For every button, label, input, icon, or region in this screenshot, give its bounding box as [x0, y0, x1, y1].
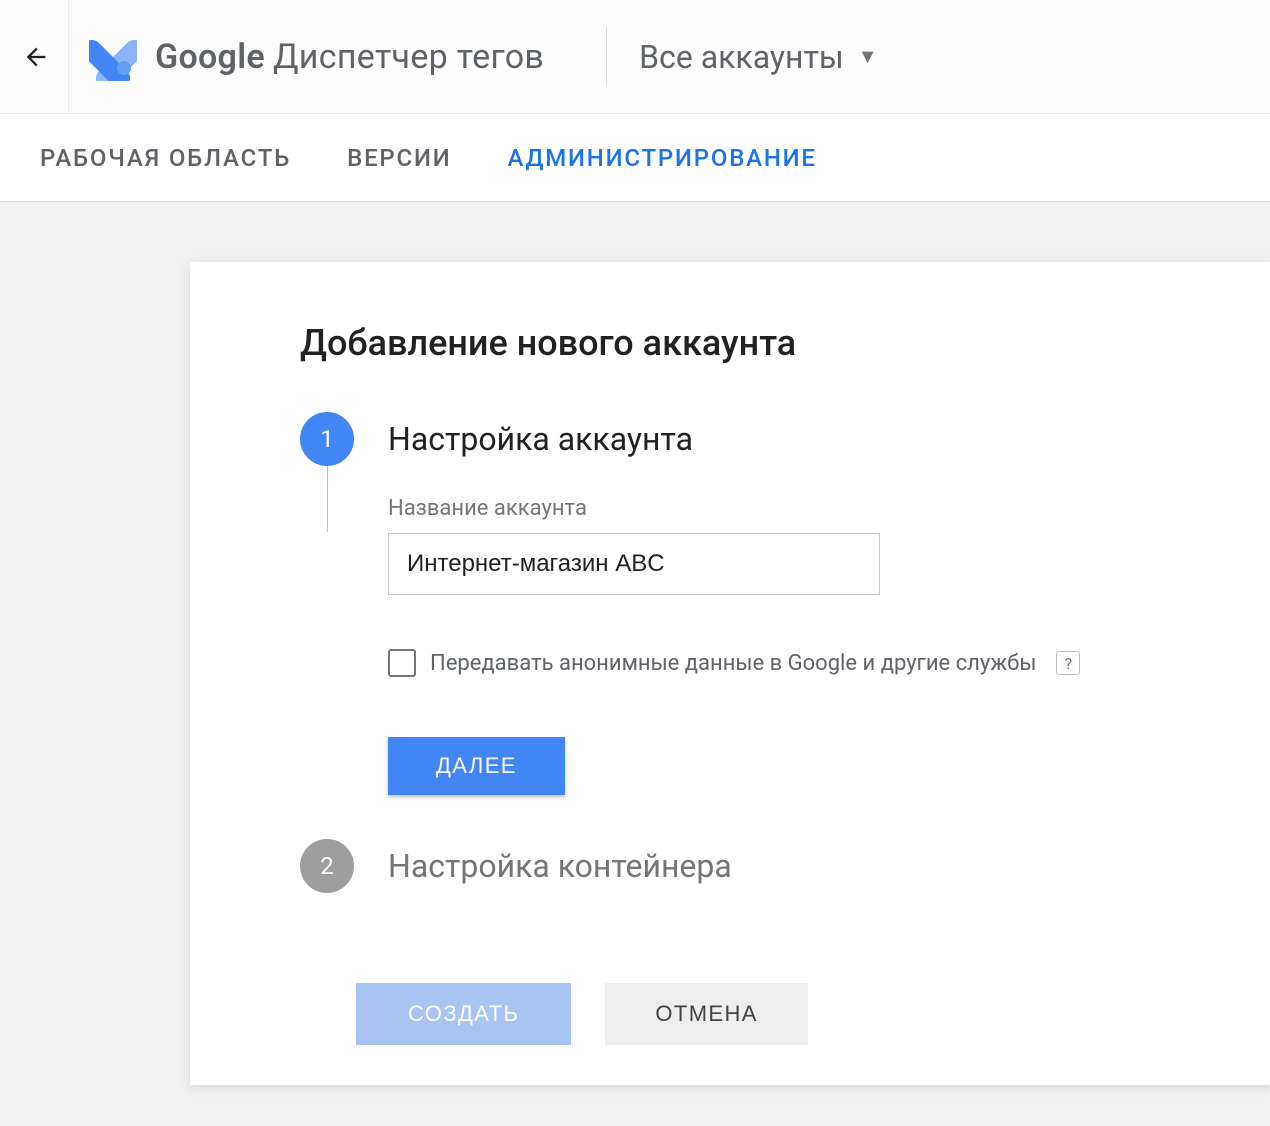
step-2-badge: 2 [300, 839, 354, 893]
tab-workspace[interactable]: РАБОЧАЯ ОБЛАСТЬ [40, 144, 291, 172]
anon-data-checkbox[interactable] [388, 649, 416, 677]
account-name-input[interactable] [388, 533, 880, 595]
tag-manager-icon [89, 33, 137, 81]
step-connector [327, 466, 328, 532]
back-button[interactable] [12, 33, 60, 81]
step-1-body: Название аккаунта Передавать анонимные д… [300, 496, 1160, 795]
step-1-title: Настройка аккаунта [388, 412, 693, 466]
card-title: Добавление нового аккаунта [300, 322, 1160, 364]
product-word: Диспетчер тегов [273, 37, 544, 77]
product-logo-block: Google Диспетчер тегов [89, 33, 574, 81]
anon-data-row: Передавать анонимные данные в Google и д… [388, 649, 1160, 677]
footer-actions: СОЗДАТЬ ОТМЕНА [300, 983, 1160, 1045]
arrow-left-icon [22, 43, 50, 71]
step-2: 2 Настройка контейнера [300, 839, 1160, 893]
chevron-down-icon: ▼ [858, 44, 878, 69]
help-icon[interactable]: ? [1056, 651, 1080, 675]
next-button[interactable]: ДАЛЕЕ [388, 737, 565, 795]
product-title: Google Диспетчер тегов [155, 37, 544, 77]
header-divider [68, 0, 69, 113]
google-word: Google [155, 37, 265, 77]
step-2-title: Настройка контейнера [388, 839, 732, 893]
cancel-button[interactable]: ОТМЕНА [605, 983, 808, 1045]
step-1-badge: 1 [300, 412, 354, 466]
account-picker[interactable]: Все аккаунты ▼ [639, 38, 877, 76]
anon-data-label: Передавать анонимные данные в Google и д… [430, 651, 1036, 676]
new-account-card: Добавление нового аккаунта 1 Настройка а… [190, 262, 1270, 1085]
header-separator [606, 27, 607, 87]
app-header: Google Диспетчер тегов Все аккаунты ▼ [0, 0, 1270, 114]
page-canvas: Добавление нового аккаунта 1 Настройка а… [0, 202, 1270, 1126]
tab-bar: РАБОЧАЯ ОБЛАСТЬ ВЕРСИИ АДМИНИСТРИРОВАНИЕ [0, 114, 1270, 202]
account-name-label: Название аккаунта [388, 496, 1160, 521]
step-1: 1 Настройка аккаунта [300, 412, 1160, 466]
tab-versions[interactable]: ВЕРСИИ [347, 144, 451, 172]
account-picker-label: Все аккаунты [639, 38, 844, 76]
stepper: 1 Настройка аккаунта Название аккаунта П… [300, 412, 1160, 893]
tab-admin[interactable]: АДМИНИСТРИРОВАНИЕ [508, 144, 817, 172]
create-button[interactable]: СОЗДАТЬ [356, 983, 571, 1045]
